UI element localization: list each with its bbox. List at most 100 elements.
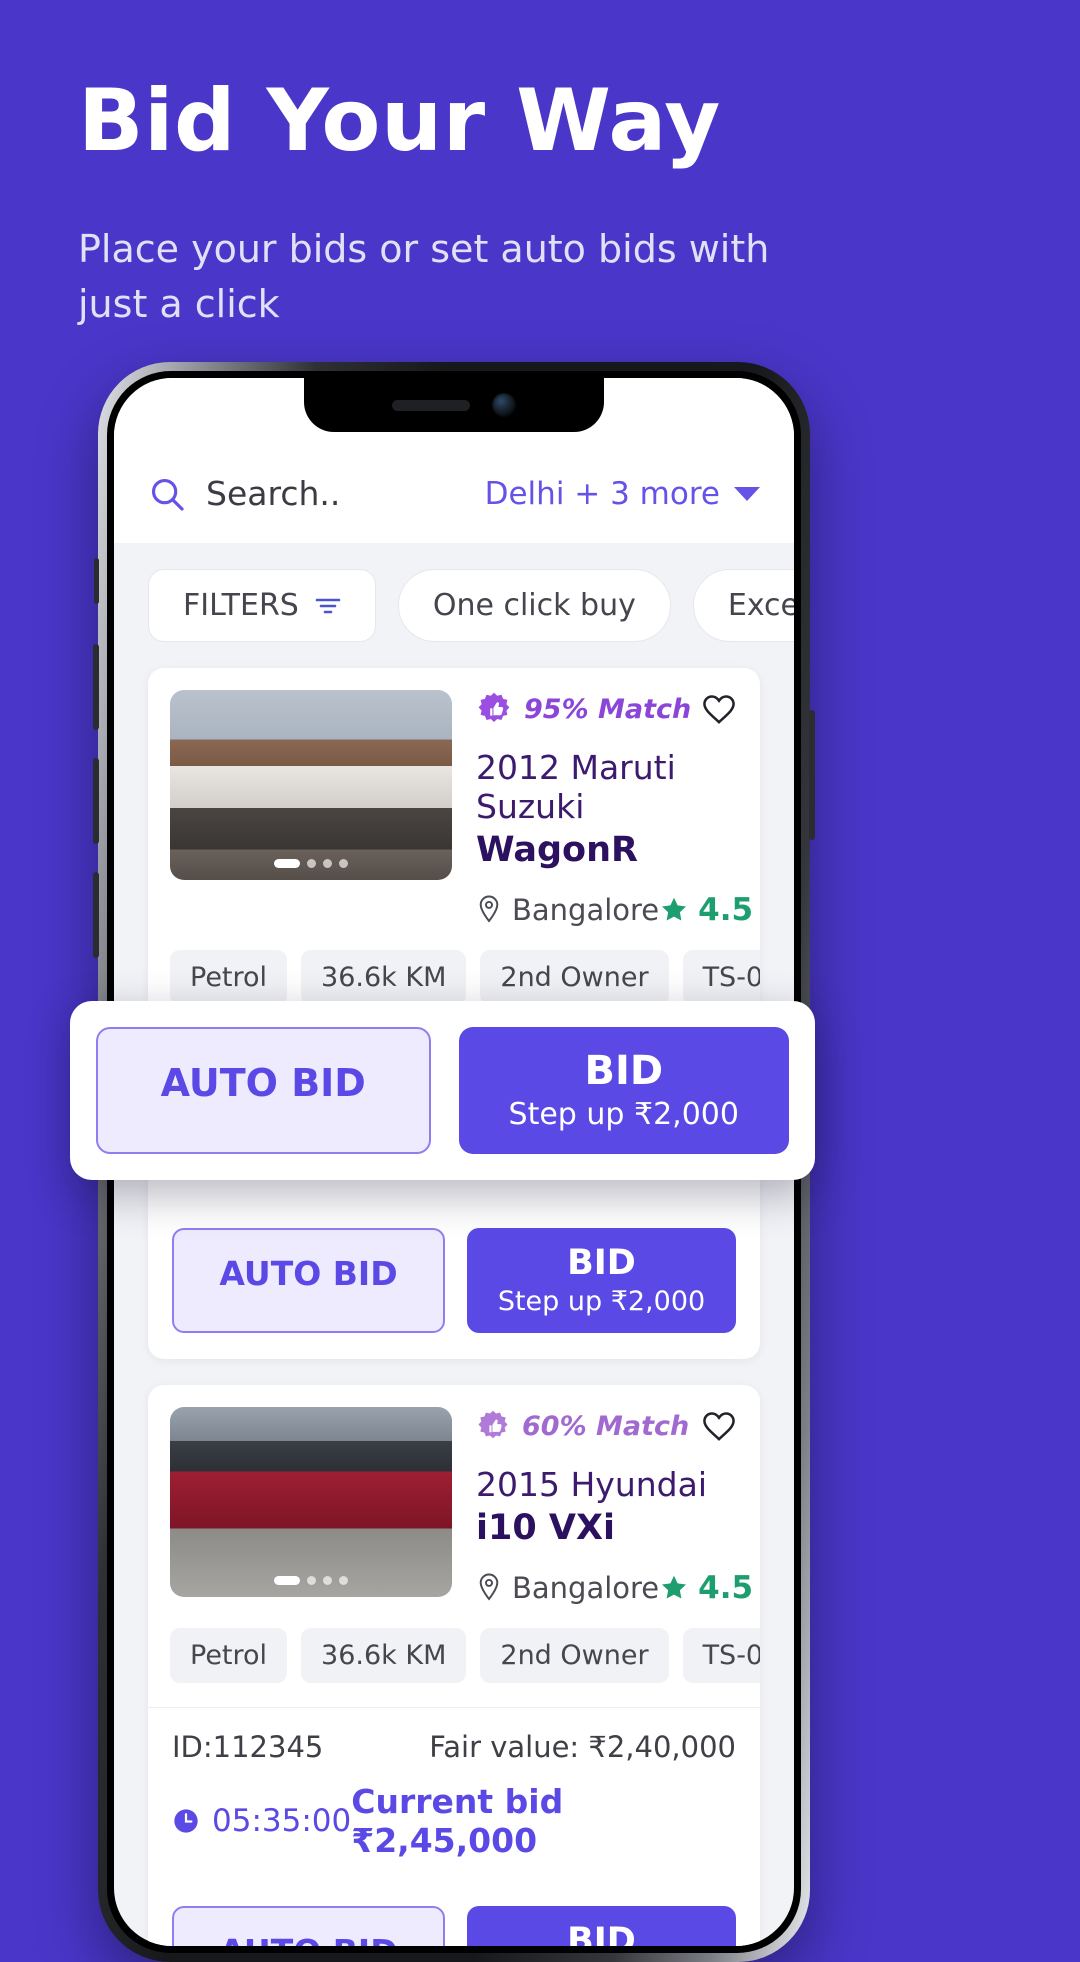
- favorite-heart-icon[interactable]: [700, 1407, 738, 1445]
- spec-chip: Petrol: [170, 950, 288, 1005]
- car-thumbnail[interactable]: [170, 690, 452, 880]
- thumbs-up-badge-icon: [478, 692, 510, 722]
- match-label: 60% Match: [522, 1410, 690, 1442]
- chip-one-click-buy[interactable]: One click buy: [397, 569, 671, 642]
- location-label: Delhi + 3 more: [484, 475, 720, 512]
- floating-bid-button-subtext: Step up ₹2,000: [508, 1097, 739, 1132]
- spec-chip: TS-03: [682, 1628, 760, 1683]
- bid-button[interactable]: BID Step up ₹2,000: [467, 1906, 736, 1946]
- star-icon: [662, 1575, 687, 1599]
- bid-button-subtext: Step up ₹2,000: [497, 1286, 706, 1317]
- car-specs-row: Petrol 36.6k KM 2nd Owner TS-03 Automati…: [148, 1606, 760, 1707]
- carousel-dot-active: [274, 1576, 300, 1585]
- auto-bid-button[interactable]: AUTO BID: [172, 1906, 445, 1946]
- car-meta-row: Bangalore 4.5: [476, 892, 753, 928]
- search-input[interactable]: Search..: [206, 474, 340, 513]
- current-bid: Current bid ₹2,45,000: [351, 1782, 564, 1860]
- star-icon: [662, 897, 687, 921]
- car-id-row: ID:112345 Fair value: ₹2,40,000: [172, 1730, 736, 1764]
- page-title: Bid Your Way: [78, 71, 721, 171]
- auction-timer: 05:35:00: [172, 1803, 351, 1839]
- spec-chip: TS-03: [682, 950, 760, 1005]
- carousel-dots[interactable]: [274, 1576, 348, 1585]
- earpiece-speaker-icon: [392, 399, 470, 411]
- car-location-label: Bangalore: [512, 1571, 660, 1605]
- car-rating-value: 4.5: [698, 1570, 754, 1606]
- thumbs-up-badge-icon: [478, 1410, 508, 1439]
- match-badge: 60% Match: [476, 1409, 689, 1443]
- carousel-dots[interactable]: [274, 859, 348, 868]
- match-label: 95% Match: [524, 693, 692, 725]
- spec-chip: 2nd Owner: [480, 950, 669, 1005]
- car-location-label: Bangalore: [512, 893, 660, 927]
- car-model: WagonR: [476, 830, 638, 870]
- search-icon: [151, 478, 184, 511]
- car-location: Bangalore: [476, 893, 659, 927]
- match-badge: 95% Match: [476, 691, 691, 727]
- floating-auto-bid-button[interactable]: AUTO BID: [96, 1027, 431, 1154]
- car-card-top: 95% Match 2012 Maruti Suzuki WagonR Bang…: [148, 668, 760, 928]
- car-thumbnail[interactable]: [170, 1407, 452, 1597]
- car-id: ID:112345: [172, 1730, 324, 1764]
- auction-timer-value: 05:35:00: [212, 1803, 352, 1839]
- bid-actions: AUTO BID BID Step up ₹2,000: [148, 1206, 760, 1359]
- car-bid-row: 05:35:00 Current bid ₹2,45,000: [172, 1782, 736, 1860]
- carousel-dot-active: [274, 859, 300, 868]
- phone-mute-switch: [94, 558, 99, 604]
- floating-bid-button-label: BID: [584, 1048, 664, 1094]
- filter-chips-row[interactable]: FILTERS One click buy Excellent cars 4+: [114, 543, 794, 668]
- car-location: Bangalore: [476, 1571, 659, 1605]
- car-year-make: 2015 Hyundai: [476, 1465, 707, 1504]
- bid-button-label: BID: [567, 1921, 636, 1946]
- location-pin-icon: [479, 895, 499, 923]
- car-fair-value: Fair value: ₹2,40,000: [429, 1730, 736, 1764]
- chip-label: FILTERS: [183, 588, 299, 623]
- floating-bid-bar: AUTO BID BID Step up ₹2,000: [70, 1001, 815, 1180]
- filter-icon: [315, 598, 341, 613]
- carousel-dot: [323, 859, 332, 868]
- car-card-top: 60% Match 2015 Hyundai i10 VXi Bangalore…: [148, 1385, 760, 1606]
- carousel-dot: [339, 859, 348, 868]
- promo-header: Bid Your Way Place your bids or set auto…: [78, 78, 958, 332]
- phone-volume-down-button: [93, 758, 99, 844]
- car-card[interactable]: 60% Match 2015 Hyundai i10 VXi Bangalore…: [148, 1385, 760, 1946]
- car-meta-row: Bangalore 4.5: [476, 1570, 753, 1606]
- favorite-heart-icon[interactable]: [700, 690, 738, 728]
- phone-volume-up-button: [93, 644, 99, 730]
- spec-chip: 2nd Owner: [480, 1628, 669, 1683]
- car-year-make: 2012 Maruti Suzuki: [476, 748, 676, 826]
- bid-button[interactable]: BID Step up ₹2,000: [467, 1228, 736, 1333]
- car-rating: 4.5: [659, 1570, 753, 1606]
- spec-chip: Petrol: [170, 1628, 288, 1683]
- location-pin-icon: [479, 1573, 499, 1601]
- car-card-footer: ID:112345 Fair value: ₹2,40,000 05:35:00: [148, 1707, 760, 1884]
- phone-volume-extra-button: [93, 872, 99, 958]
- carousel-dot: [339, 1576, 348, 1585]
- search-bar[interactable]: Search..: [148, 474, 340, 513]
- chip-label: Excellent cars: [727, 588, 794, 623]
- chevron-down-icon: [734, 486, 760, 501]
- front-camera-icon: [492, 393, 516, 417]
- bid-button-label: BID: [567, 1243, 636, 1283]
- chip-excellent-cars[interactable]: Excellent cars: [692, 569, 794, 642]
- location-selector[interactable]: Delhi + 3 more: [485, 476, 760, 512]
- car-info: 95% Match 2012 Maruti Suzuki WagonR Bang…: [476, 690, 753, 928]
- floating-bid-button[interactable]: BID Step up ₹2,000: [458, 1027, 789, 1154]
- chip-filters[interactable]: FILTERS: [148, 569, 376, 642]
- match-row: 60% Match: [476, 1407, 738, 1445]
- auto-bid-button[interactable]: AUTO BID: [172, 1228, 445, 1333]
- car-model: i10 VXi: [476, 1508, 615, 1548]
- carousel-dot: [307, 1576, 316, 1585]
- car-info: 60% Match 2015 Hyundai i10 VXi Bangalore…: [476, 1407, 753, 1607]
- promo-subtitle: Place your bids or set auto bids with ju…: [78, 227, 770, 327]
- chip-label: One click buy: [432, 588, 636, 623]
- spec-chip: 36.6k KM: [301, 1628, 467, 1683]
- spec-chip: 36.6k KM: [301, 950, 467, 1005]
- car-listing: 95% Match 2012 Maruti Suzuki WagonR Bang…: [114, 668, 794, 1946]
- phone-notch: [304, 378, 604, 432]
- car-rating-value: 4.5: [698, 892, 754, 928]
- carousel-dot: [307, 859, 316, 868]
- match-row: 95% Match: [476, 690, 738, 728]
- bid-actions: AUTO BID BID Step up ₹2,000: [148, 1884, 760, 1946]
- phone-power-button: [809, 710, 815, 840]
